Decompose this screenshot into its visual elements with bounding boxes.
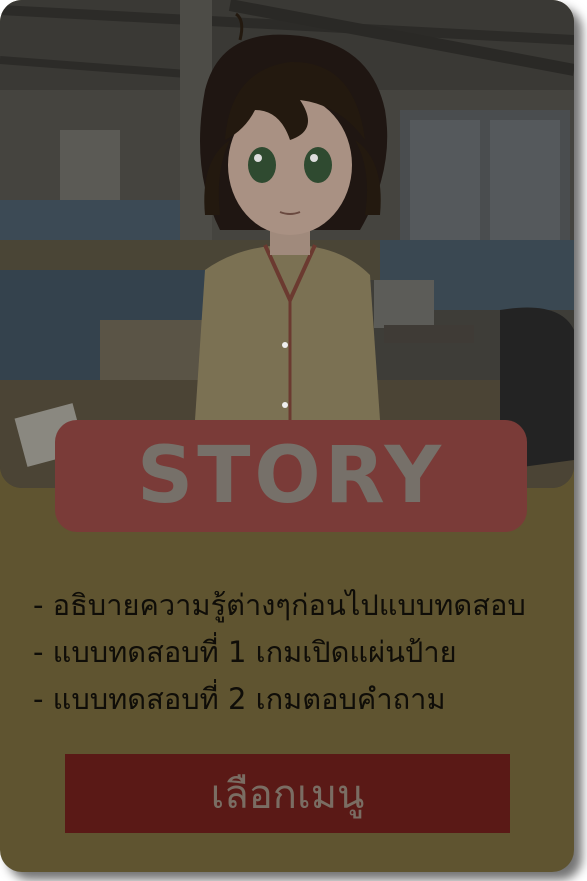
story-description-list: - อธิบายความรู้ต่างๆก่อนไปแบบทดสอบ - แบบ… <box>33 582 573 723</box>
story-card: STORY - อธิบายความรู้ต่างๆก่อนไปแบบทดสอบ… <box>0 0 574 872</box>
select-menu-button[interactable]: เลือกเมนู <box>65 754 510 833</box>
description-line: - แบบทดสอบที่ 2 เกมตอบคำถาม <box>33 682 446 716</box>
description-line: - แบบทดสอบที่ 1 เกมเปิดแผ่นป้าย <box>33 635 457 669</box>
select-menu-label: เลือกเมนู <box>210 771 365 818</box>
story-title-badge: STORY <box>55 420 527 532</box>
description-line: - อธิบายความรู้ต่างๆก่อนไปแบบทดสอบ <box>33 588 526 622</box>
story-title: STORY <box>137 431 445 521</box>
character-illustration <box>0 0 574 488</box>
